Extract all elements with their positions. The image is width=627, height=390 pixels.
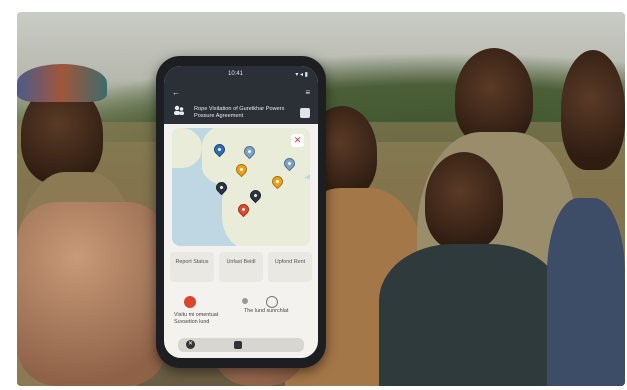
- status-time: 10:41: [228, 71, 244, 77]
- menu-icon[interactable]: ≡: [305, 88, 310, 97]
- person-woman-head: [425, 152, 503, 250]
- settings-icon[interactable]: [266, 296, 278, 308]
- map-view[interactable]: ✕: [172, 128, 310, 246]
- dot-icon: [242, 298, 248, 304]
- bottom-nav: ✕: [178, 338, 304, 352]
- phone: 10:41 ▾ ◂ ▮ ← ≡ Rope Visitation of Guret…: [156, 56, 326, 368]
- action-row: Report Status Unfast Beidl Upfond Rent: [170, 252, 312, 286]
- person-left-cap: [17, 64, 107, 102]
- map-close-icon[interactable]: ✕: [291, 134, 304, 147]
- upfond-rent-button[interactable]: Upfond Rent: [268, 252, 312, 282]
- status-bar: 10:41 ▾ ◂ ▮: [164, 66, 318, 84]
- hand-left: [17, 202, 167, 386]
- map-land: [172, 128, 202, 168]
- person-right-head: [561, 50, 625, 170]
- app-title: Rope Visitation of Guretkhar Powers Poss…: [194, 106, 285, 119]
- person-right-shirt: [547, 198, 625, 386]
- status-icons: ▾ ◂ ▮: [295, 72, 308, 78]
- info-left-text: Visitu mi omentuat Suvsetion lund: [174, 312, 219, 325]
- person-woman-shirt: [379, 244, 563, 386]
- alert-badge-icon: [184, 296, 196, 308]
- unfast-beidl-button[interactable]: Unfast Beidl: [219, 252, 263, 282]
- back-arrow-icon[interactable]: ←: [172, 88, 180, 97]
- info-panel: Visitu mi omentuat Suvsetion lund The lu…: [170, 292, 312, 334]
- photo-scene: 10:41 ▾ ◂ ▮ ← ≡ Rope Visitation of Guret…: [17, 12, 625, 386]
- phone-screen: 10:41 ▾ ◂ ▮ ← ≡ Rope Visitation of Guret…: [164, 66, 318, 358]
- report-status-button[interactable]: Report Status: [170, 252, 214, 282]
- close-circle-icon[interactable]: ✕: [186, 340, 195, 349]
- share-icon[interactable]: [300, 108, 310, 118]
- home-square-icon[interactable]: [234, 341, 242, 349]
- people-logo-icon: [174, 105, 184, 115]
- map-land: [222, 178, 310, 246]
- info-right-text: The lund sunrchlat: [244, 308, 289, 314]
- app-bar: ← ≡ Rope Visitation of Guretkhar Powers …: [164, 84, 318, 124]
